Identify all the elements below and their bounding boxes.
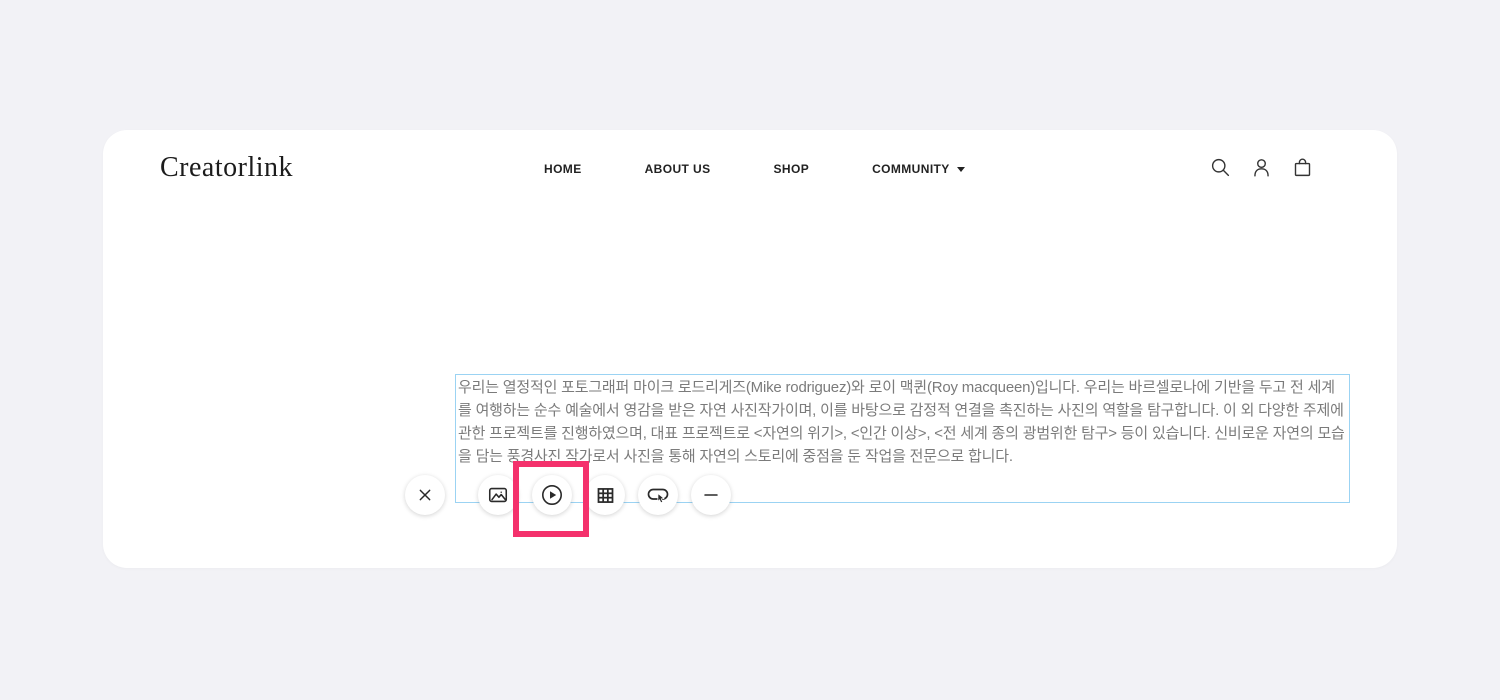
site-logo[interactable]: Creatorlink: [160, 152, 293, 184]
bag-icon[interactable]: [1292, 157, 1313, 178]
nav-item-home-label: HOME: [544, 162, 582, 176]
add-image-button[interactable]: [478, 475, 518, 515]
user-icon[interactable]: [1251, 157, 1272, 178]
nav-item-community[interactable]: COMMUNITY: [872, 162, 965, 176]
nav-item-shop[interactable]: SHOP: [773, 162, 809, 176]
nav-item-home[interactable]: HOME: [544, 162, 582, 176]
chevron-down-icon: [957, 167, 965, 172]
add-table-button[interactable]: [585, 475, 625, 515]
image-icon: [487, 484, 509, 506]
add-button-button[interactable]: [638, 475, 678, 515]
play-icon: [540, 483, 564, 507]
nav-item-shop-label: SHOP: [773, 162, 809, 176]
minus-icon: [702, 486, 720, 504]
close-button[interactable]: [405, 475, 445, 515]
nav-item-community-label: COMMUNITY: [872, 162, 950, 176]
nav-item-about-us-label: ABOUT US: [645, 162, 711, 176]
button-cursor-icon: [646, 483, 670, 507]
close-icon: [417, 487, 433, 503]
main-nav: HOME ABOUT US SHOP COMMUNITY: [544, 162, 965, 176]
add-divider-button[interactable]: [691, 475, 731, 515]
site-canvas: Creatorlink HOME ABOUT US SHOP COMMUNITY: [103, 130, 1397, 568]
nav-item-about-us[interactable]: ABOUT US: [645, 162, 711, 176]
table-icon: [595, 485, 616, 506]
add-video-button[interactable]: [532, 475, 572, 515]
search-icon[interactable]: [1210, 157, 1231, 178]
header-icons: [1210, 157, 1313, 178]
